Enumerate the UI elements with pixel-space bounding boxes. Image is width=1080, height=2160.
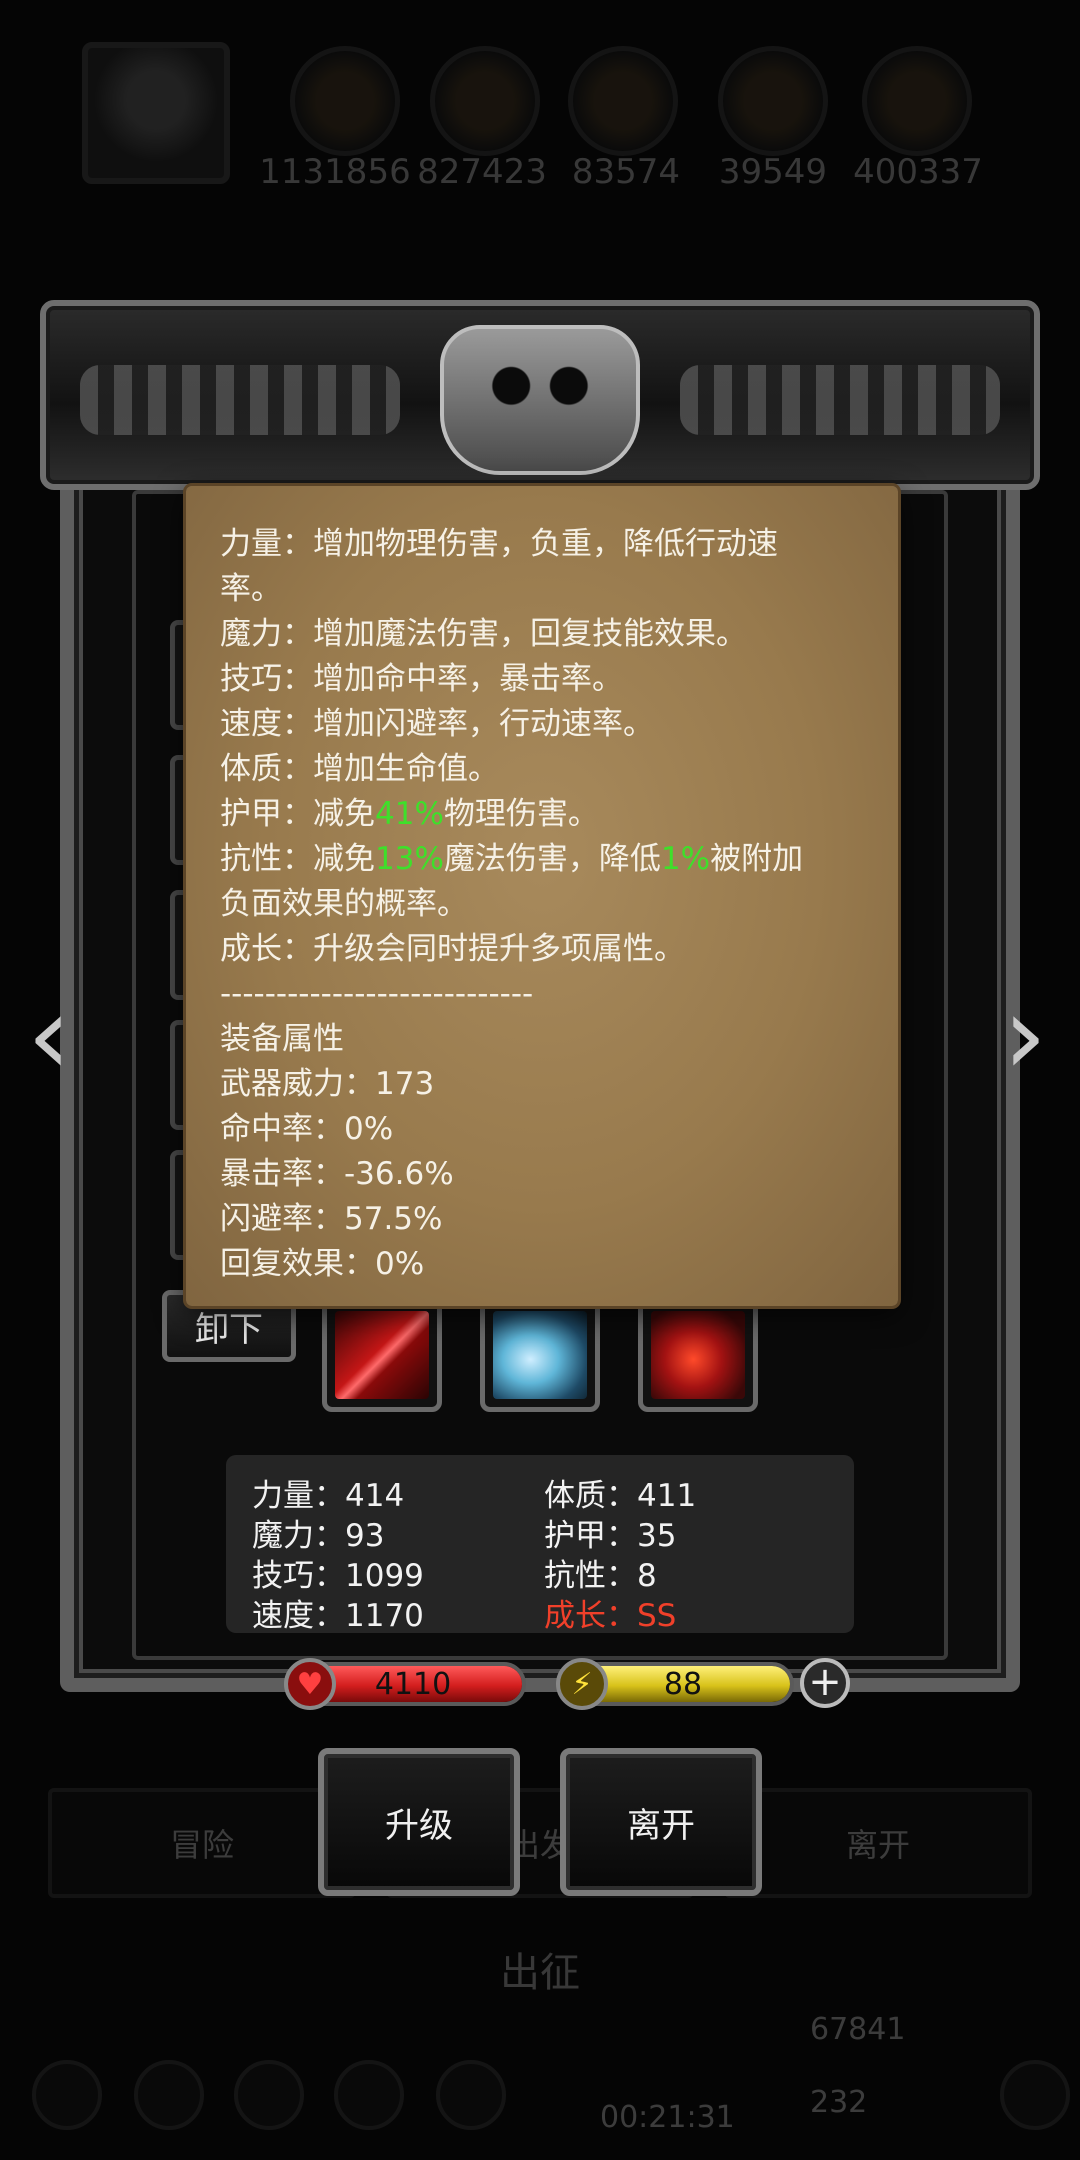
menu-icon xyxy=(334,2060,404,2130)
resist-value-2: 1% xyxy=(660,841,711,877)
hero-portrait xyxy=(82,42,230,184)
menu-icon xyxy=(234,2060,304,2130)
armor-value: 41% xyxy=(375,796,444,832)
resource-count: 83574 xyxy=(571,152,681,192)
armor-suffix: 物理伤害。 xyxy=(443,796,599,832)
resource-icon-4 xyxy=(718,46,828,156)
tooltip-weapon-power: 武器威力：173 xyxy=(220,1066,435,1102)
tooltip-speed: 速度：增加闪避率，行动速率。 xyxy=(220,706,654,742)
menu-icon xyxy=(436,2060,506,2130)
heart-icon: ♥ xyxy=(284,1658,336,1710)
stat-growth: 成长：SS xyxy=(544,1598,677,1634)
attribute-tooltip: 力量：增加物理伤害，负重，降低行动速 率。 魔力：增加魔法伤害，回复技能效果。 … xyxy=(186,486,898,1306)
armor-prefix: 护甲：减免 xyxy=(220,796,375,832)
tooltip-constitution: 体质：增加生命值。 xyxy=(220,751,499,787)
resist-suffix: 被附加 xyxy=(710,841,804,877)
skull-ornament-icon xyxy=(440,325,640,475)
menu-icon xyxy=(32,2060,102,2130)
chevron-left-icon[interactable]: ‹ xyxy=(14,980,84,1090)
timer: 00:21:31 xyxy=(600,2100,735,2135)
mp-value: 88 xyxy=(663,1666,703,1702)
gem-count: 232 xyxy=(810,2085,868,2120)
skill-slot-1[interactable] xyxy=(322,1298,442,1412)
tooltip-resist: 抗性：减免13%魔法伤害，降低1%被附加 xyxy=(220,837,864,882)
tooltip-recovery: 回复效果：0% xyxy=(220,1246,425,1282)
resource-count: 827423 xyxy=(417,152,547,192)
tooltip-skill: 技巧：增加命中率，暴击率。 xyxy=(220,661,623,697)
skill-slot-2[interactable] xyxy=(480,1298,600,1412)
menu-icon xyxy=(1000,2060,1070,2130)
tooltip-dodge-rate: 闪避率：57.5% xyxy=(220,1201,443,1237)
leave-button[interactable]: 离开 xyxy=(560,1748,762,1896)
stat-strength: 力量：414 xyxy=(252,1478,405,1514)
resource-count: 1131856 xyxy=(259,152,411,192)
stat-constitution: 体质：411 xyxy=(544,1478,697,1514)
skill-slot-3[interactable] xyxy=(638,1298,758,1412)
upgrade-button[interactable]: 升级 xyxy=(318,1748,520,1896)
chevron-right-icon[interactable]: › xyxy=(990,980,1060,1090)
lightning-icon: ⚡ xyxy=(556,1658,608,1710)
tooltip-strength-cont: 率。 xyxy=(220,571,282,607)
tooltip-equip-header: 装备属性 xyxy=(220,1021,344,1057)
expedition-title: 出征 xyxy=(500,1950,580,1996)
chain-decoration xyxy=(680,365,1000,435)
tooltip-strength: 力量：增加物理伤害，负重，降低行动速 xyxy=(220,526,778,562)
coin-count: 67841 xyxy=(810,2012,906,2047)
resource-icon-5 xyxy=(862,46,972,156)
resist-prefix: 抗性：减免 xyxy=(220,841,375,877)
resource-icon-2 xyxy=(430,46,540,156)
stat-resist: 抗性：8 xyxy=(544,1558,657,1594)
tab-adventure: 冒险 xyxy=(48,1788,356,1898)
stat-armor: 护甲：35 xyxy=(544,1518,677,1554)
resource-count: 39549 xyxy=(718,152,828,192)
stat-magic: 魔力：93 xyxy=(252,1518,385,1554)
tab-leave: 离开 xyxy=(724,1788,1032,1898)
plus-icon[interactable]: + xyxy=(800,1658,850,1708)
tooltip-growth: 成长：升级会同时提升多项属性。 xyxy=(220,931,685,967)
resource-count: 400337 xyxy=(853,152,983,192)
stat-skill: 技巧：1099 xyxy=(252,1558,424,1594)
tooltip-hit-rate: 命中率：0% xyxy=(220,1111,394,1147)
tooltip-resist-cont: 负面效果的概率。 xyxy=(220,886,468,922)
tooltip-armor: 护甲：减免41%物理伤害。 xyxy=(220,792,864,837)
hp-value: 4110 xyxy=(374,1666,452,1702)
menu-icon xyxy=(134,2060,204,2130)
resist-mid: 魔法伤害，降低 xyxy=(443,841,661,877)
tooltip-magic: 魔力：增加魔法伤害，回复技能效果。 xyxy=(220,616,747,652)
resist-value: 13% xyxy=(375,841,444,877)
tooltip-crit-rate: 暴击率：-36.6% xyxy=(220,1156,454,1192)
chain-decoration xyxy=(80,365,400,435)
resource-icon-1 xyxy=(290,46,400,156)
tooltip-divider: ---------------------------- xyxy=(220,976,534,1012)
resource-icon-3 xyxy=(568,46,678,156)
stat-speed: 速度：1170 xyxy=(252,1598,424,1634)
